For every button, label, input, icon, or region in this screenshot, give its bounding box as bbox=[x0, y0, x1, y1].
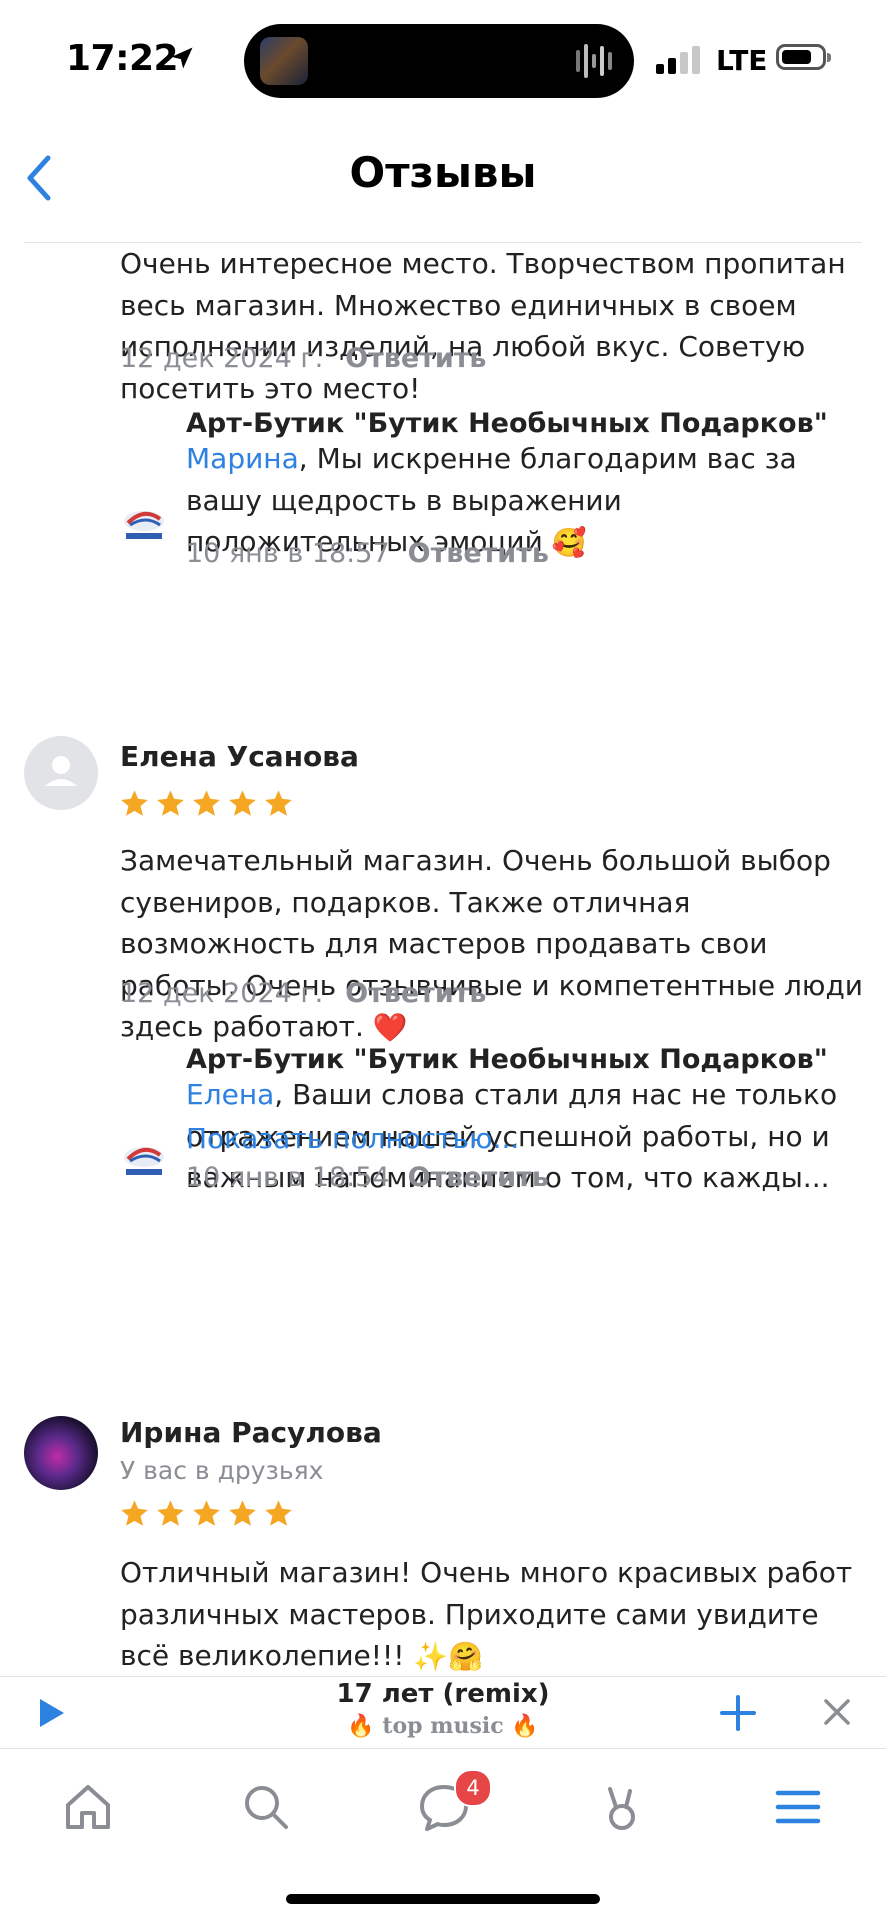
review-date: 12 дек 2024 г. bbox=[120, 343, 324, 374]
star-icon bbox=[193, 790, 220, 816]
reviewer-name[interactable]: Ирина Расулова bbox=[120, 1416, 382, 1449]
close-icon[interactable] bbox=[822, 1697, 852, 1727]
clips-icon[interactable] bbox=[590, 1777, 650, 1837]
reviewer-name[interactable]: Елена Усанова bbox=[120, 740, 359, 773]
review-text: Отличный магазин! Очень много красивых р… bbox=[120, 1552, 865, 1676]
review-meta: 12 дек 2024 г. Ответить bbox=[120, 978, 486, 1009]
avatar[interactable] bbox=[24, 736, 98, 810]
star-icon bbox=[193, 1500, 220, 1526]
reply-button[interactable]: Ответить bbox=[408, 538, 549, 569]
star-icon bbox=[265, 790, 292, 816]
emoji: ✨🤗 bbox=[413, 1640, 484, 1674]
review-meta: 12 дек 2024 г. Ответить bbox=[120, 343, 486, 374]
owner-reply-meta: 10 янв в 18:54 Ответить bbox=[186, 1162, 549, 1193]
friend-status: У вас в друзьях bbox=[120, 1456, 324, 1485]
owner-reply-date: 10 янв в 18:57 bbox=[186, 538, 390, 569]
show-more-link[interactable]: Показать полностью... bbox=[186, 1122, 519, 1155]
rating-stars bbox=[120, 1499, 293, 1527]
battery-icon bbox=[776, 44, 831, 70]
status-time: 17:22 bbox=[66, 38, 179, 79]
search-icon[interactable] bbox=[236, 1777, 296, 1837]
emoji: 🥰 bbox=[551, 526, 587, 560]
network-type: LTE bbox=[716, 44, 768, 77]
star-icon bbox=[229, 1500, 256, 1526]
status-bar: 17:22 LTE bbox=[0, 0, 886, 120]
location-arrow-icon bbox=[171, 47, 193, 69]
star-icon bbox=[157, 790, 184, 816]
review-text: Замечательный магазин. Очень большой выб… bbox=[120, 840, 865, 1049]
shop-logo-icon bbox=[124, 511, 164, 539]
emoji: ❤️ bbox=[372, 1011, 408, 1045]
star-icon bbox=[121, 790, 148, 816]
owner-reply-meta: 10 янв в 18:57 Ответить bbox=[186, 538, 549, 569]
avatar[interactable] bbox=[24, 1416, 98, 1490]
star-icon bbox=[265, 1500, 292, 1526]
default-user-icon bbox=[45, 756, 77, 786]
star-icon bbox=[229, 790, 256, 816]
reply-button[interactable]: Ответить bbox=[408, 1162, 549, 1193]
review-text: Очень интересное место. Творчеством проп… bbox=[120, 247, 846, 405]
page-title: Отзывы bbox=[349, 148, 537, 197]
audio-waveform-icon bbox=[576, 44, 612, 78]
home-icon[interactable] bbox=[58, 1777, 118, 1837]
owner-reply-author[interactable]: Арт-Бутик "Бутик Необычных Подарков" bbox=[186, 408, 828, 439]
cellular-signal-icon bbox=[656, 46, 700, 74]
owner-reply-date: 10 янв в 18:54 bbox=[186, 1162, 390, 1193]
mention-link[interactable]: Марина bbox=[186, 442, 299, 475]
star-icon bbox=[121, 1500, 148, 1526]
reply-button[interactable]: Ответить bbox=[345, 978, 486, 1009]
star-icon bbox=[157, 1500, 184, 1526]
home-indicator[interactable] bbox=[286, 1894, 600, 1904]
shop-logo-icon bbox=[124, 1147, 164, 1175]
nav-header: Отзывы bbox=[0, 120, 886, 238]
plus-icon[interactable] bbox=[718, 1693, 758, 1733]
reply-button[interactable]: Ответить bbox=[345, 343, 486, 374]
mention-link[interactable]: Елена bbox=[186, 1078, 274, 1111]
menu-icon[interactable] bbox=[768, 1777, 828, 1837]
owner-reply-author[interactable]: Арт-Бутик "Бутик Необычных Подарков" bbox=[186, 1044, 828, 1075]
dynamic-island[interactable] bbox=[244, 24, 634, 98]
reviews-list[interactable]: Очень интересное место. Творчеством проп… bbox=[0, 243, 886, 1676]
now-playing-artwork bbox=[260, 37, 308, 85]
review-date: 12 дек 2024 г. bbox=[120, 978, 324, 1009]
mini-player[interactable]: 17 лет (remix) 🔥 top music 🔥 bbox=[0, 1676, 886, 1749]
messages-badge: 4 bbox=[454, 1769, 492, 1807]
rating-stars bbox=[120, 789, 293, 817]
